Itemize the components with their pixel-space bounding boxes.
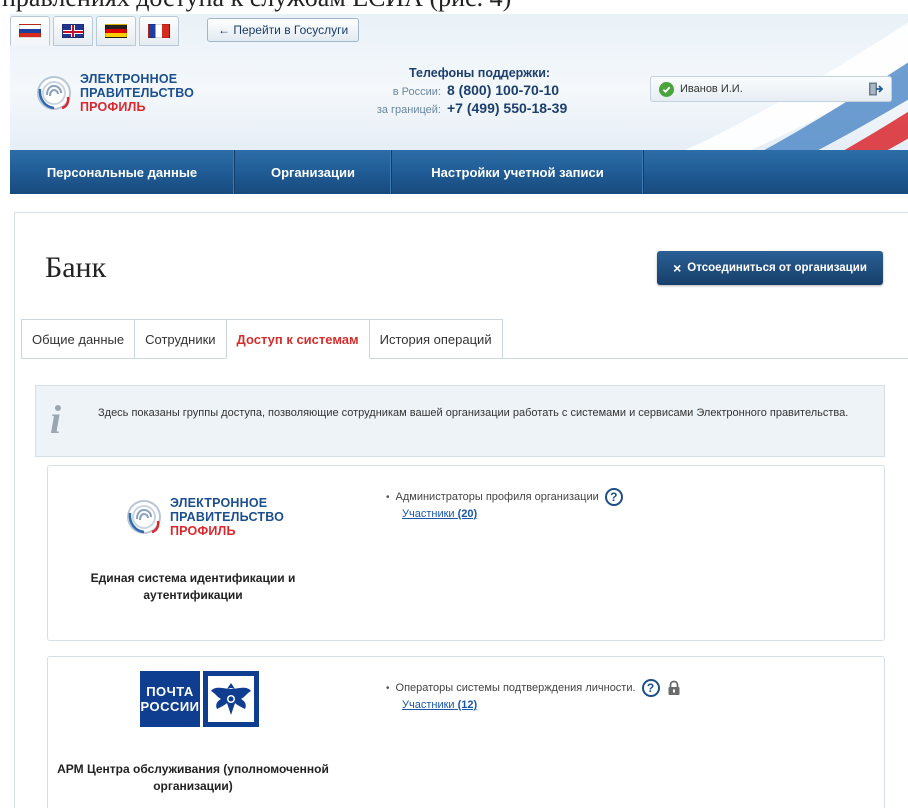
nav-organizations[interactable]: Организации xyxy=(235,150,392,194)
members-link[interactable]: Участники (12) xyxy=(402,699,477,711)
russian-post-logo: ПОЧТА РОССИИ xyxy=(140,671,260,727)
site-logo[interactable]: ЭЛЕКТРОННОЕ ПРАВИТЕЛЬСТВО ПРОФИЛЬ xyxy=(36,72,194,114)
access-group-name: Операторы системы подтверждения личности… xyxy=(395,682,636,694)
post-logo-line2: РОССИИ xyxy=(140,699,200,714)
lang-ru-button[interactable] xyxy=(10,16,50,46)
egov-logo-icon xyxy=(37,76,71,110)
caption-text: правлениях доступа к службам ЕСИА (рис. … xyxy=(0,0,908,11)
support-title: Телефоны поддержки: xyxy=(409,66,551,80)
phone-label-abroad: за границей: xyxy=(376,104,441,116)
disconnect-label: Отсоединиться от организации xyxy=(687,262,867,274)
lock-icon xyxy=(668,680,680,695)
tab-system-access[interactable]: Доступ к системам xyxy=(225,319,370,359)
post-logo-line1: ПОЧТА xyxy=(146,684,194,699)
access-group-line: • Администраторы профиля организации ? xyxy=(386,488,623,506)
info-text: Здесь показаны группы доступа, позволяющ… xyxy=(98,407,849,419)
system-title-line2: организации) xyxy=(153,779,233,793)
bullet-icon: • xyxy=(386,682,390,694)
tab-divider xyxy=(21,358,908,359)
members-label: Участники xyxy=(402,508,455,520)
system-title-line1: АРМ Центра обслуживания (уполномоченной xyxy=(57,762,329,776)
close-icon: × xyxy=(673,260,682,276)
system-card-esia: ЭЛЕКТРОННОЕ ПРАВИТЕЛЬСТВО ПРОФИЛЬ Единая… xyxy=(47,465,885,641)
de-flag-icon xyxy=(105,24,127,38)
members-link[interactable]: Участники (20) xyxy=(402,508,477,520)
uk-flag-icon xyxy=(62,24,84,38)
egov-logo-icon xyxy=(127,500,161,534)
tab-operations-history[interactable]: История операций xyxy=(368,319,503,359)
post-logo-text: ПОЧТА РОССИИ xyxy=(140,671,200,727)
goto-gosuslugi-button[interactable]: ← Перейти в Госуслуги xyxy=(207,18,360,42)
language-switcher xyxy=(10,14,179,48)
phone-label-russia: в России: xyxy=(392,86,441,98)
nav-account-settings[interactable]: Настройки учетной записи xyxy=(392,150,644,194)
access-group: • Операторы системы подтверждения личнос… xyxy=(386,679,682,711)
help-icon[interactable]: ? xyxy=(641,679,660,697)
support-phones: Телефоны поддержки: в России: 8 (800) 10… xyxy=(366,66,606,116)
logout-icon[interactable] xyxy=(867,81,883,97)
phone-number-abroad: +7 (499) 550-18-39 xyxy=(447,100,568,116)
site-header: ← Перейти в Госуслуги ЭЛЕКТРОННОЕ ПРАВИТ… xyxy=(10,14,908,150)
info-icon: i xyxy=(50,397,62,442)
user-box[interactable]: Иванов И.И. xyxy=(650,76,892,102)
phone-row-russia: в России: 8 (800) 100-70-10 xyxy=(366,82,606,98)
logo-text: ЭЛЕКТРОННОЕ ПРАВИТЕЛЬСТВО ПРОФИЛЬ xyxy=(80,72,194,114)
tab-employees[interactable]: Сотрудники xyxy=(134,319,227,359)
esia-logo-text: ЭЛЕКТРОННОЕ ПРАВИТЕЛЬСТВО ПРОФИЛЬ xyxy=(170,496,284,538)
logo-line3: ПРОФИЛЬ xyxy=(80,100,146,114)
members-label: Участники xyxy=(402,699,455,711)
caption-strip: правлениях доступа к службам ЕСИА (рис. … xyxy=(0,0,908,14)
esia-logo: ЭЛЕКТРОННОЕ ПРАВИТЕЛЬСТВО ПРОФИЛЬ xyxy=(126,496,284,538)
user-name[interactable]: Иванов И.И. xyxy=(680,83,867,95)
tabs: Общие данные Сотрудники Доступ к система… xyxy=(21,319,503,359)
lang-de-button[interactable] xyxy=(96,16,136,46)
system-title: Единая система идентификации и аутентифи… xyxy=(48,570,338,604)
phone-number-russia: 8 (800) 100-70-10 xyxy=(447,82,560,98)
system-title-line1: Единая система идентификации и xyxy=(90,571,296,585)
main-content: Банк × Отсоединиться от организации Общи… xyxy=(14,212,908,808)
esia-logo-line1: ЭЛЕКТРОННОЕ xyxy=(170,496,268,510)
system-title-line2: аутентификации xyxy=(143,588,243,602)
fr-flag-icon xyxy=(148,24,170,38)
esia-logo-line2: ПРАВИТЕЛЬСТВО xyxy=(170,510,285,524)
tab-general-data[interactable]: Общие данные xyxy=(21,319,136,359)
lang-fr-button[interactable] xyxy=(139,16,179,46)
logo-line2: ПРАВИТЕЛЬСТВО xyxy=(80,86,195,100)
main-navigation: Персональные данные Организации Настройк… xyxy=(10,150,908,194)
logo-line1: ЭЛЕКТРОННОЕ xyxy=(80,72,178,86)
lang-en-button[interactable] xyxy=(53,16,93,46)
esia-logo-line3: ПРОФИЛЬ xyxy=(170,524,236,538)
bullet-icon: • xyxy=(386,491,390,503)
help-icon[interactable]: ? xyxy=(604,488,623,506)
info-box: i Здесь показаны группы доступа, позволя… xyxy=(35,385,885,457)
disconnect-organization-button[interactable]: × Отсоединиться от организации xyxy=(657,251,883,285)
verified-check-icon xyxy=(659,81,674,97)
access-group: • Администраторы профиля организации ? У… xyxy=(386,488,623,520)
double-eagle-icon xyxy=(203,671,259,727)
page-title: Банк xyxy=(45,251,107,284)
members-count: (20) xyxy=(457,508,478,520)
system-card-post: ПОЧТА РОССИИ АРМ Центра обслуживания (уп… xyxy=(47,656,885,808)
ru-flag-icon xyxy=(19,24,41,38)
phone-row-abroad: за границей: +7 (499) 550-18-39 xyxy=(366,100,606,116)
system-title: АРМ Центра обслуживания (уполномоченной … xyxy=(48,761,338,795)
access-group-name: Администраторы профиля организации xyxy=(395,491,599,503)
access-group-line: • Операторы системы подтверждения личнос… xyxy=(386,679,682,697)
nav-personal-data[interactable]: Персональные данные xyxy=(10,150,235,194)
members-count: (12) xyxy=(457,699,478,711)
